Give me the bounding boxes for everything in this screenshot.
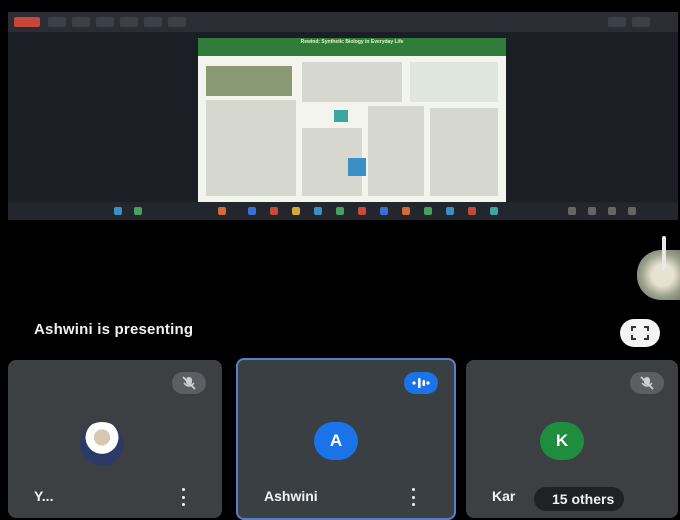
taskbar-icon: [446, 207, 454, 215]
taskbar-icon: [608, 207, 616, 215]
participant-name: Kar: [492, 488, 516, 504]
remote-tab: [96, 17, 114, 27]
taskbar-icon: [380, 207, 388, 215]
others-count-chip[interactable]: 15 others: [534, 487, 625, 511]
remote-tab: [168, 17, 186, 27]
taskbar-icon: [134, 207, 142, 215]
mic-off-indicator: [172, 372, 206, 394]
taskbar-icon: [270, 207, 278, 215]
taskbar-icon: [588, 207, 596, 215]
slide-text-block: [410, 62, 498, 102]
fullscreen-button[interactable]: [620, 319, 660, 347]
remote-tab: [632, 17, 650, 27]
remote-tab: [120, 17, 138, 27]
avatar-photo: [80, 422, 124, 466]
speaking-indicator: [404, 372, 438, 394]
scrollbar[interactable]: [662, 236, 666, 270]
mic-off-icon: [640, 376, 654, 390]
taskbar-icon: [490, 207, 498, 215]
slide-text-block: [368, 106, 424, 196]
slide-text-block: [430, 108, 498, 196]
remote-tab: [72, 17, 90, 27]
taskbar-icon: [248, 207, 256, 215]
mic-off-indicator: [630, 372, 664, 394]
taskbar-icon: [628, 207, 636, 215]
taskbar-icon: [114, 207, 122, 215]
avatar-letter: A: [329, 431, 343, 450]
taskbar-icon: [358, 207, 366, 215]
avatar-letter: K: [555, 431, 569, 450]
taskbar-icon: [402, 207, 410, 215]
taskbar-icon: [468, 207, 476, 215]
avatar-initial: K: [540, 422, 584, 460]
remote-topbar: [8, 12, 678, 32]
slide-figure: [334, 110, 348, 122]
slide-text-block: [302, 62, 402, 102]
taskbar-icon: [218, 207, 226, 215]
taskbar-icon: [314, 207, 322, 215]
fullscreen-icon: [631, 326, 649, 340]
remote-taskbar: [8, 202, 678, 220]
participant-tile-active[interactable]: A Ashwini: [236, 358, 456, 520]
remote-tab: [144, 17, 162, 27]
participant-name: Ashwini: [264, 488, 318, 504]
slide-title: Rewind: Synthetic Biology in Everyday Li…: [198, 38, 506, 56]
shared-screen[interactable]: Rewind: Synthetic Biology in Everyday Li…: [8, 12, 678, 220]
mic-off-icon: [182, 376, 196, 390]
more-options-button[interactable]: [410, 488, 416, 506]
taskbar-icon: [336, 207, 344, 215]
meeting-window: Rewind: Synthetic Biology in Everyday Li…: [0, 0, 680, 520]
remote-tab: [14, 17, 40, 27]
taskbar-icon: [424, 207, 432, 215]
presenting-label: Ashwini is presenting: [34, 321, 194, 338]
slide-text-block: [206, 100, 296, 196]
audio-wave-icon: [412, 378, 430, 388]
presentation-slide: Rewind: Synthetic Biology in Everyday Li…: [198, 38, 506, 204]
taskbar-icon: [292, 207, 300, 215]
remote-tab: [48, 17, 66, 27]
avatar-initial: A: [314, 422, 358, 460]
slide-image: [206, 66, 292, 96]
more-options-button[interactable]: [180, 488, 186, 506]
slide-figure: [348, 158, 366, 176]
remote-tab: [608, 17, 626, 27]
taskbar-icon: [568, 207, 576, 215]
participant-tile[interactable]: Y...: [8, 360, 222, 518]
self-view-thumbnail[interactable]: [637, 250, 680, 300]
participant-name: Y...: [34, 488, 54, 504]
